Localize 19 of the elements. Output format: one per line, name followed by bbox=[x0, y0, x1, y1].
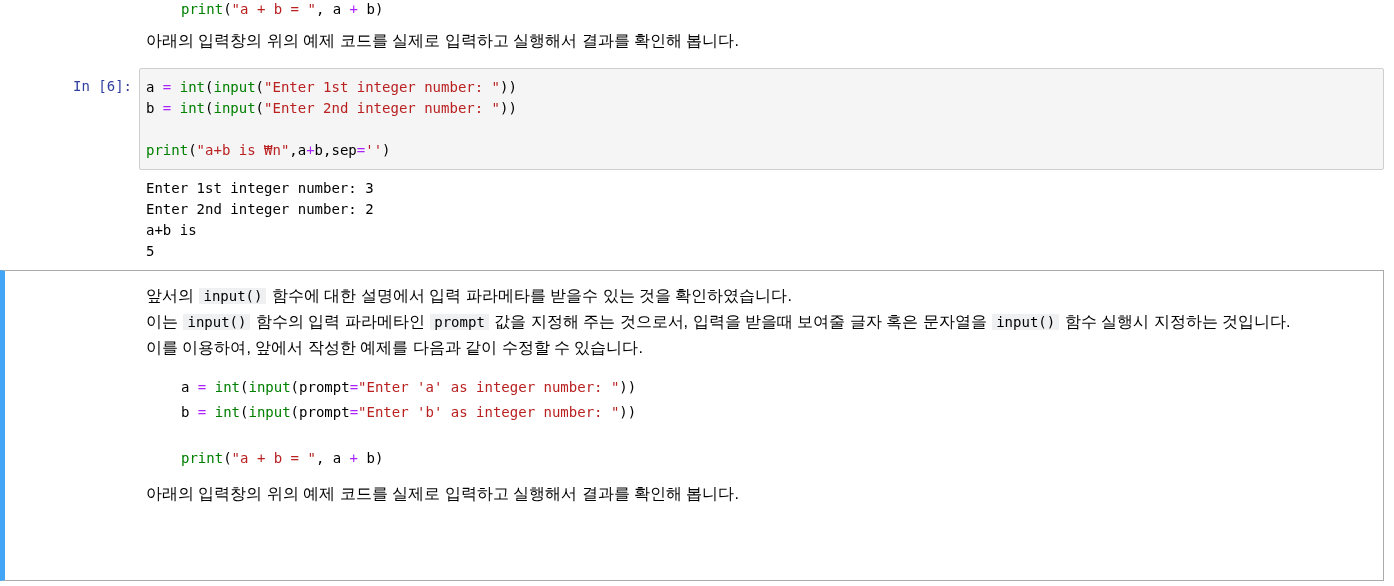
code-line: b = int(input(prompt="Enter 'b' as integer number: ")) bbox=[181, 403, 637, 422]
output-line: 5 bbox=[146, 242, 155, 261]
code-line: print("a + b = ", a + b) bbox=[181, 449, 384, 468]
markdown-text: 이를 이용하여, 앞에서 작성한 예제를 다음과 같이 수정할 수 있습니다. bbox=[146, 338, 644, 358]
code-line: a = int(input("Enter 1st integer number: ")) bbox=[146, 78, 517, 97]
code-line: print("a+b is ₩n",a+b,sep='') bbox=[146, 141, 391, 160]
markdown-text: 앞서의 input() 함수에 대한 설명에서 입력 파라메타를 받을수 있는 것을 확인하였습니다. bbox=[146, 286, 793, 306]
output-line: Enter 1st integer number: 3 bbox=[146, 179, 374, 198]
instruction-text: 아래의 입력창의 위의 예제 코드를 실제로 입력하고 실행해서 결과를 확인해 봅니다. bbox=[146, 31, 739, 51]
code-line: b = int(input("Enter 2nd integer number: ")) bbox=[146, 99, 517, 118]
markdown-cell[interactable] bbox=[0, 270, 1384, 581]
markdown-text: 이는 input() 함수의 입력 파라메타인 prompt 값을 지정해 주는 것으로서, 입력을 받을때 보여줄 글자 혹은 문자열을 input() 함수 실행시 지정하는 것입니다. bbox=[146, 312, 1292, 332]
code-input-area[interactable]: a = int(input("Enter 1st integer number: ")) b = int(input("Enter 2nd integer number: ")) print("a+b is ₩n",a+b,sep='') bbox=[139, 68, 1384, 170]
instruction-text: 아래의 입력창의 위의 예제 코드를 실제로 입력하고 실행해서 결과를 확인해 봅니다. bbox=[146, 484, 739, 504]
code-line: print("a + b = ", a + b) bbox=[181, 0, 384, 18]
cell-prompt: In [6]: bbox=[72, 77, 133, 96]
output-line: a+b is bbox=[146, 221, 197, 240]
output-line: Enter 2nd integer number: 2 bbox=[146, 200, 374, 219]
code-line: a = int(input(prompt="Enter 'a' as integer number: ")) bbox=[181, 378, 637, 397]
